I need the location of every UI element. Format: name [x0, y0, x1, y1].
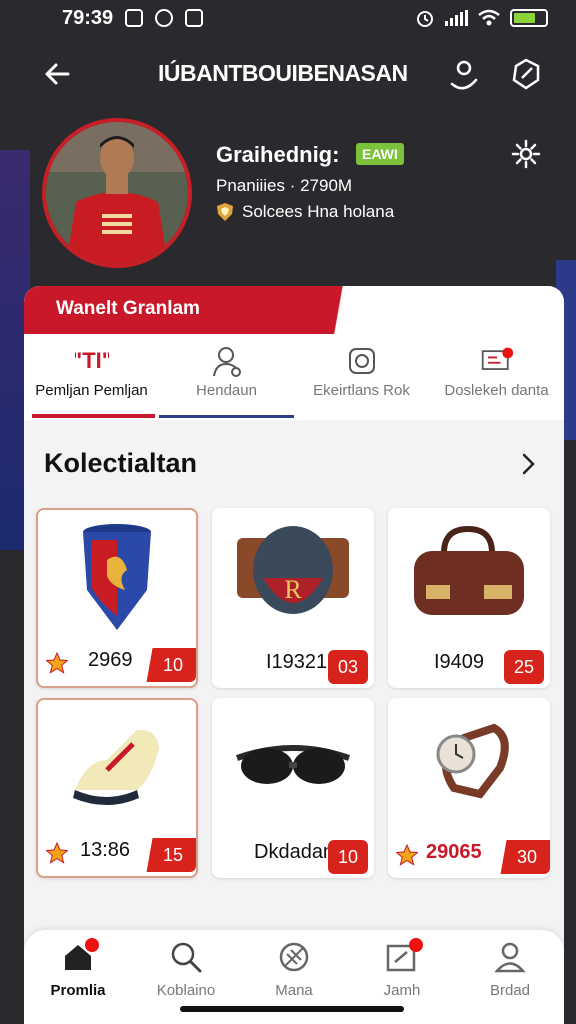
- header: IÚBANTBOUIBENASAN: [0, 46, 576, 102]
- shield-trophy-icon: [38, 510, 196, 640]
- back-arrow-icon: [45, 63, 70, 85]
- rank-badge: EAWI: [356, 143, 404, 165]
- back-button[interactable]: [40, 56, 76, 92]
- section-more-button[interactable]: [516, 452, 540, 476]
- profile-status-text: Solcees Hna holana: [242, 202, 395, 221]
- tab-doslekeh[interactable]: Doslekeh danta: [429, 334, 564, 420]
- item-value: I19321: [266, 651, 328, 673]
- nav-label: Brdad: [489, 982, 531, 999]
- leather-bag-icon: [388, 508, 550, 638]
- alarm-icon: [417, 11, 433, 27]
- item-value: 13:86: [80, 839, 131, 861]
- item-tag: 30: [494, 840, 550, 874]
- settings-button[interactable]: [510, 138, 542, 170]
- user-button[interactable]: [446, 56, 482, 92]
- collection-item-bag[interactable]: I9409 25: [388, 508, 550, 688]
- svg-text:"TI": "TI": [75, 348, 109, 373]
- section-title: Kolectialtan: [44, 448, 198, 478]
- item-tag: 25: [504, 650, 544, 684]
- item-tag: 10: [328, 840, 368, 874]
- tab-bar: "TI" Pemljan Pemljan Hendaun Ekeirtlans …: [24, 334, 564, 420]
- tab-pemljan[interactable]: "TI" Pemljan Pemljan: [24, 334, 159, 420]
- star-icon: [46, 842, 68, 864]
- status-bar: 79:39: [0, 0, 576, 36]
- profile-icon: [493, 940, 527, 974]
- page-title: IÚBANTBOUIBENASAN: [158, 60, 408, 86]
- nav-label: Promlia: [50, 982, 106, 999]
- profile-points: Pnaniiies · 2790M: [216, 176, 353, 195]
- svg-text:R: R: [284, 575, 302, 604]
- nav-item-promlia[interactable]: Promlia: [24, 930, 132, 1024]
- inbox-icon: [385, 938, 423, 974]
- star-icon: [396, 844, 418, 866]
- wifi-icon: [478, 9, 500, 26]
- avatar[interactable]: [42, 118, 192, 268]
- trophy-icon: "TI": [75, 344, 109, 378]
- gear-icon: [511, 139, 541, 169]
- search-icon: [169, 940, 203, 974]
- tab-label: Ekeirtlans Rok: [313, 382, 410, 399]
- chevron-right-icon: [522, 453, 535, 475]
- star-icon: [46, 652, 68, 674]
- tab-label: Doslekeh danta: [444, 382, 549, 399]
- eye-icon: [155, 9, 174, 27]
- goggles-icon: [212, 698, 374, 828]
- notification-icon: [125, 9, 144, 27]
- nav-label: Jamh: [383, 982, 421, 999]
- user-icon: [450, 60, 478, 90]
- collection-item-shield[interactable]: 2969 10: [36, 508, 198, 688]
- main-card: Wanelt Granlam "TI" Pemljan Pemljan Hend…: [24, 286, 564, 1024]
- nav-label: Koblaino: [156, 982, 216, 999]
- profile-status: Solcees Hna holana: [216, 202, 394, 222]
- status-time: 79:39: [62, 6, 114, 29]
- profile-name: Graihednig:: [216, 142, 340, 167]
- signal-icon: [445, 10, 468, 26]
- collection-item-goggles[interactable]: Dkdadan 10: [212, 698, 374, 878]
- notification-dot: [85, 938, 99, 952]
- collection-item-shoe[interactable]: 13:86 15: [36, 698, 198, 878]
- item-value: 29065: [426, 841, 482, 863]
- edit-icon: [512, 58, 540, 90]
- shield-badge-icon: [217, 203, 233, 221]
- tab-label: Pemljan Pemljan: [35, 382, 148, 399]
- camera-icon: [345, 344, 379, 378]
- item-tag: 10: [140, 648, 196, 682]
- collection-item-watch[interactable]: 29065 30: [388, 698, 550, 878]
- cleat-shoe-icon: [38, 700, 196, 830]
- tab-label: Hendaun: [196, 382, 257, 399]
- nav-label: Mana: [275, 982, 313, 999]
- helmet-icon: R: [212, 508, 374, 638]
- notification-dot: [409, 938, 423, 952]
- home-icon: [61, 938, 99, 974]
- player-photo: [46, 122, 188, 264]
- item-value: I9409: [434, 651, 485, 673]
- status-right: [415, 8, 548, 28]
- user-search-icon: [210, 344, 244, 378]
- wristwatch-icon: [388, 698, 550, 828]
- app-icon: [185, 9, 204, 27]
- item-tag: 15: [140, 838, 196, 872]
- ball-icon: [277, 940, 311, 974]
- status-left: 79:39: [62, 6, 204, 30]
- collection-item-helmet[interactable]: R I19321 03: [212, 508, 374, 688]
- home-indicator: [180, 1006, 404, 1012]
- item-value: 2969: [88, 649, 133, 671]
- tab-ekeirtlans[interactable]: Ekeirtlans Rok: [294, 334, 429, 420]
- banner-title: Wanelt Granlam: [56, 298, 200, 319]
- battery-icon: [510, 9, 548, 27]
- item-value: Dkdadan: [254, 841, 335, 863]
- tab-hendaun[interactable]: Hendaun: [159, 334, 294, 420]
- message-icon: [480, 344, 514, 378]
- item-tag: 03: [328, 650, 368, 684]
- banner: Wanelt Granlam: [24, 286, 564, 334]
- edit-button[interactable]: [508, 56, 544, 92]
- nav-item-brdad[interactable]: Brdad: [456, 930, 564, 1024]
